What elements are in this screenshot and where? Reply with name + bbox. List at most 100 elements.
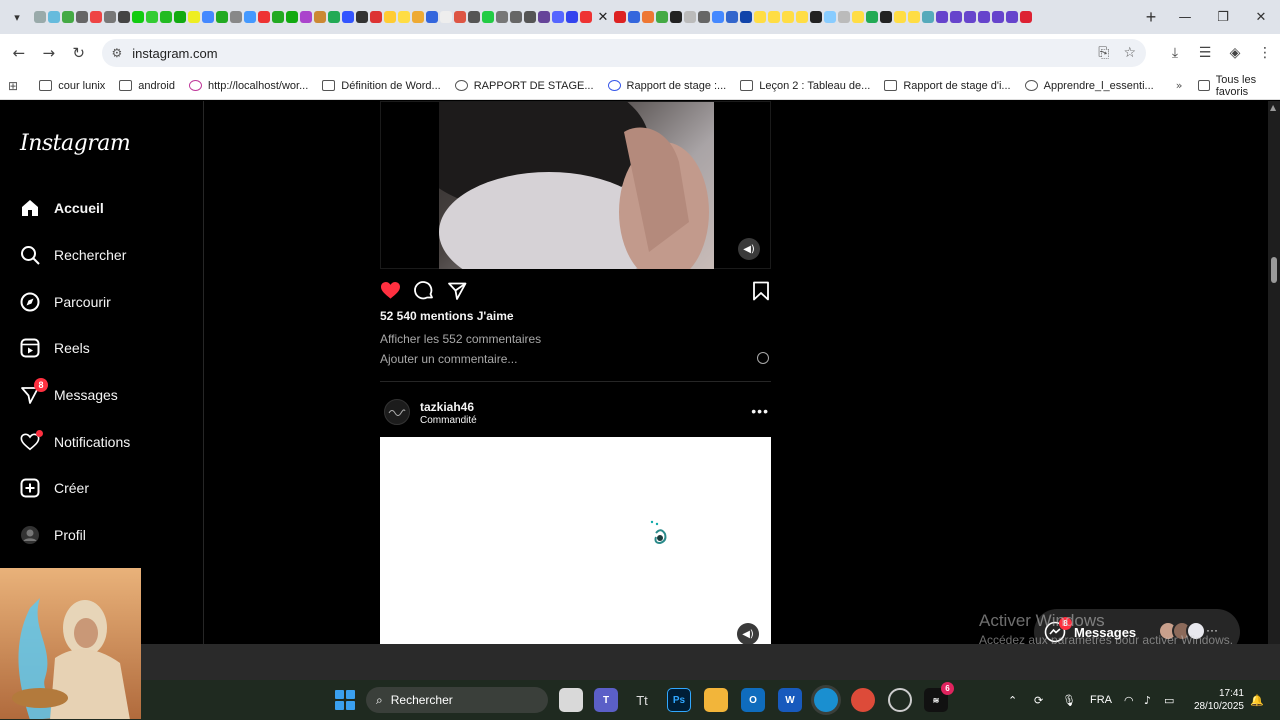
bookmarks-overflow-button[interactable]: » xyxy=(1176,79,1183,92)
tab-favicon[interactable] xyxy=(482,11,494,23)
tab-favicon[interactable] xyxy=(566,11,578,23)
nav-item-notifications[interactable]: Notifications xyxy=(20,429,130,455)
chrome-icon[interactable] xyxy=(851,688,875,712)
photoshop-icon[interactable]: Ps xyxy=(667,688,691,712)
tab-favicon[interactable] xyxy=(244,11,256,23)
bookmark-item[interactable]: cour lunix xyxy=(39,80,105,92)
view-comments-link[interactable]: Afficher les 552 commentaires xyxy=(380,332,541,346)
bookmark-item[interactable]: android xyxy=(119,80,175,92)
maximize-button[interactable]: ❐ xyxy=(1204,0,1242,34)
tab-favicon[interactable] xyxy=(964,11,976,23)
tab-favicon[interactable] xyxy=(286,11,298,23)
reading-list-icon[interactable]: ☰ xyxy=(1190,45,1220,61)
teams-icon[interactable]: T xyxy=(594,688,618,712)
volume-icon[interactable]: ♪ xyxy=(1144,680,1151,720)
outlook-icon[interactable]: O xyxy=(741,688,765,712)
comment-icon[interactable] xyxy=(414,281,434,306)
microphone-icon[interactable]: 🎙 xyxy=(1062,680,1076,720)
tab-favicon[interactable] xyxy=(202,11,214,23)
tab-favicon[interactable] xyxy=(524,11,536,23)
notification-bell-icon[interactable]: 🔔 xyxy=(1250,680,1264,720)
post-video[interactable]: ◀) xyxy=(380,101,771,269)
speaker-icon[interactable]: ◀) xyxy=(737,623,759,644)
browser-menu-icon[interactable]: ⋮ xyxy=(1250,45,1280,61)
minimize-button[interactable]: — xyxy=(1166,0,1204,34)
tab-favicon[interactable] xyxy=(922,11,934,23)
sync-icon[interactable]: ⟳ xyxy=(1034,680,1043,720)
tab-favicon[interactable] xyxy=(174,11,186,23)
tab-favicon[interactable] xyxy=(314,11,326,23)
site-settings-icon[interactable]: ⚙ xyxy=(112,46,123,60)
system-clock[interactable]: 17:41 28/10/2025 xyxy=(1190,687,1244,713)
tab-favicon[interactable] xyxy=(370,11,382,23)
tab-favicon[interactable] xyxy=(614,11,626,23)
tab-favicon[interactable] xyxy=(90,11,102,23)
share-icon[interactable] xyxy=(447,281,467,306)
tab-favicon[interactable] xyxy=(950,11,962,23)
bookmark-item[interactable]: RAPPORT DE STAGE... xyxy=(454,80,594,92)
tab-favicon[interactable] xyxy=(894,11,906,23)
nav-item-profil[interactable]: Profil xyxy=(20,522,86,548)
file-explorer-icon[interactable] xyxy=(704,688,728,712)
tab-favicon[interactable] xyxy=(76,11,88,23)
likes-count[interactable]: 52 540 mentions J'aime xyxy=(380,309,514,323)
tab-favicon[interactable] xyxy=(880,11,892,23)
tab-favicon[interactable] xyxy=(656,11,668,23)
tab-favicon[interactable] xyxy=(754,11,766,23)
tab-favicon[interactable] xyxy=(48,11,60,23)
tab-favicon[interactable] xyxy=(356,11,368,23)
nav-item-accueil[interactable]: Accueil xyxy=(20,195,104,221)
tab-favicon[interactable] xyxy=(258,11,270,23)
edge-icon[interactable] xyxy=(814,688,838,712)
text-app-icon[interactable]: Tt xyxy=(630,688,654,712)
tab-favicon[interactable] xyxy=(768,11,780,23)
bookmark-item[interactable]: Leçon 2 : Tableau de... xyxy=(740,80,870,92)
more-options-icon[interactable]: ••• xyxy=(751,403,769,419)
scrollbar-thumb[interactable] xyxy=(1271,257,1277,283)
tab-favicon[interactable] xyxy=(510,11,522,23)
tab-favicon[interactable] xyxy=(824,11,836,23)
tab-favicon[interactable] xyxy=(454,11,466,23)
tab-favicon[interactable] xyxy=(468,11,480,23)
start-button[interactable] xyxy=(335,690,355,710)
tab-favicon[interactable] xyxy=(936,11,948,23)
tab-favicon[interactable] xyxy=(300,11,312,23)
tab-favicon[interactable] xyxy=(908,11,920,23)
tab-favicon[interactable] xyxy=(684,11,696,23)
tab-favicon[interactable] xyxy=(852,11,864,23)
tab-favicon[interactable] xyxy=(398,11,410,23)
install-app-icon[interactable]: ⎘ xyxy=(1098,45,1109,61)
close-tab-icon[interactable]: ✕ xyxy=(594,10,612,25)
like-heart-icon[interactable] xyxy=(380,281,401,305)
nav-item-creer[interactable]: Créer xyxy=(20,475,89,501)
nav-item-rechercher[interactable]: Rechercher xyxy=(20,242,126,268)
tab-favicon[interactable] xyxy=(698,11,710,23)
tab-favicon[interactable] xyxy=(538,11,550,23)
tab-favicon[interactable] xyxy=(188,11,200,23)
nav-item-parcourir[interactable]: Parcourir xyxy=(20,289,111,315)
bookmark-item[interactable]: http://localhost/wor... xyxy=(188,80,308,92)
tab-favicon[interactable] xyxy=(782,11,794,23)
add-comment-input[interactable]: Ajouter un commentaire... xyxy=(380,352,771,366)
timer-app-icon[interactable] xyxy=(888,688,912,712)
close-window-button[interactable]: ✕ xyxy=(1242,0,1280,34)
speaker-icon[interactable]: ◀) xyxy=(738,238,760,260)
url-text[interactable]: instagram.com xyxy=(132,46,1084,61)
tab-favicon[interactable] xyxy=(216,11,228,23)
tab-favicon[interactable] xyxy=(740,11,752,23)
tab-favicon[interactable] xyxy=(496,11,508,23)
tab-favicon[interactable] xyxy=(866,11,878,23)
instagram-logo[interactable]: Instagram xyxy=(20,131,131,156)
tab-favicon[interactable] xyxy=(384,11,396,23)
tab-favicon[interactable] xyxy=(160,11,172,23)
tab-favicon[interactable] xyxy=(104,11,116,23)
tab-favicon[interactable] xyxy=(132,11,144,23)
tab-favicon[interactable] xyxy=(426,11,438,23)
reload-button[interactable]: ↻ xyxy=(64,38,94,68)
tab-favicon[interactable] xyxy=(628,11,640,23)
tab-favicon[interactable] xyxy=(62,11,74,23)
extension-icon[interactable]: ◈ xyxy=(1220,45,1250,61)
avatar[interactable] xyxy=(384,399,410,425)
bookmark-item[interactable]: Définition de Word... xyxy=(322,80,441,92)
tab-favicon[interactable] xyxy=(1006,11,1018,23)
